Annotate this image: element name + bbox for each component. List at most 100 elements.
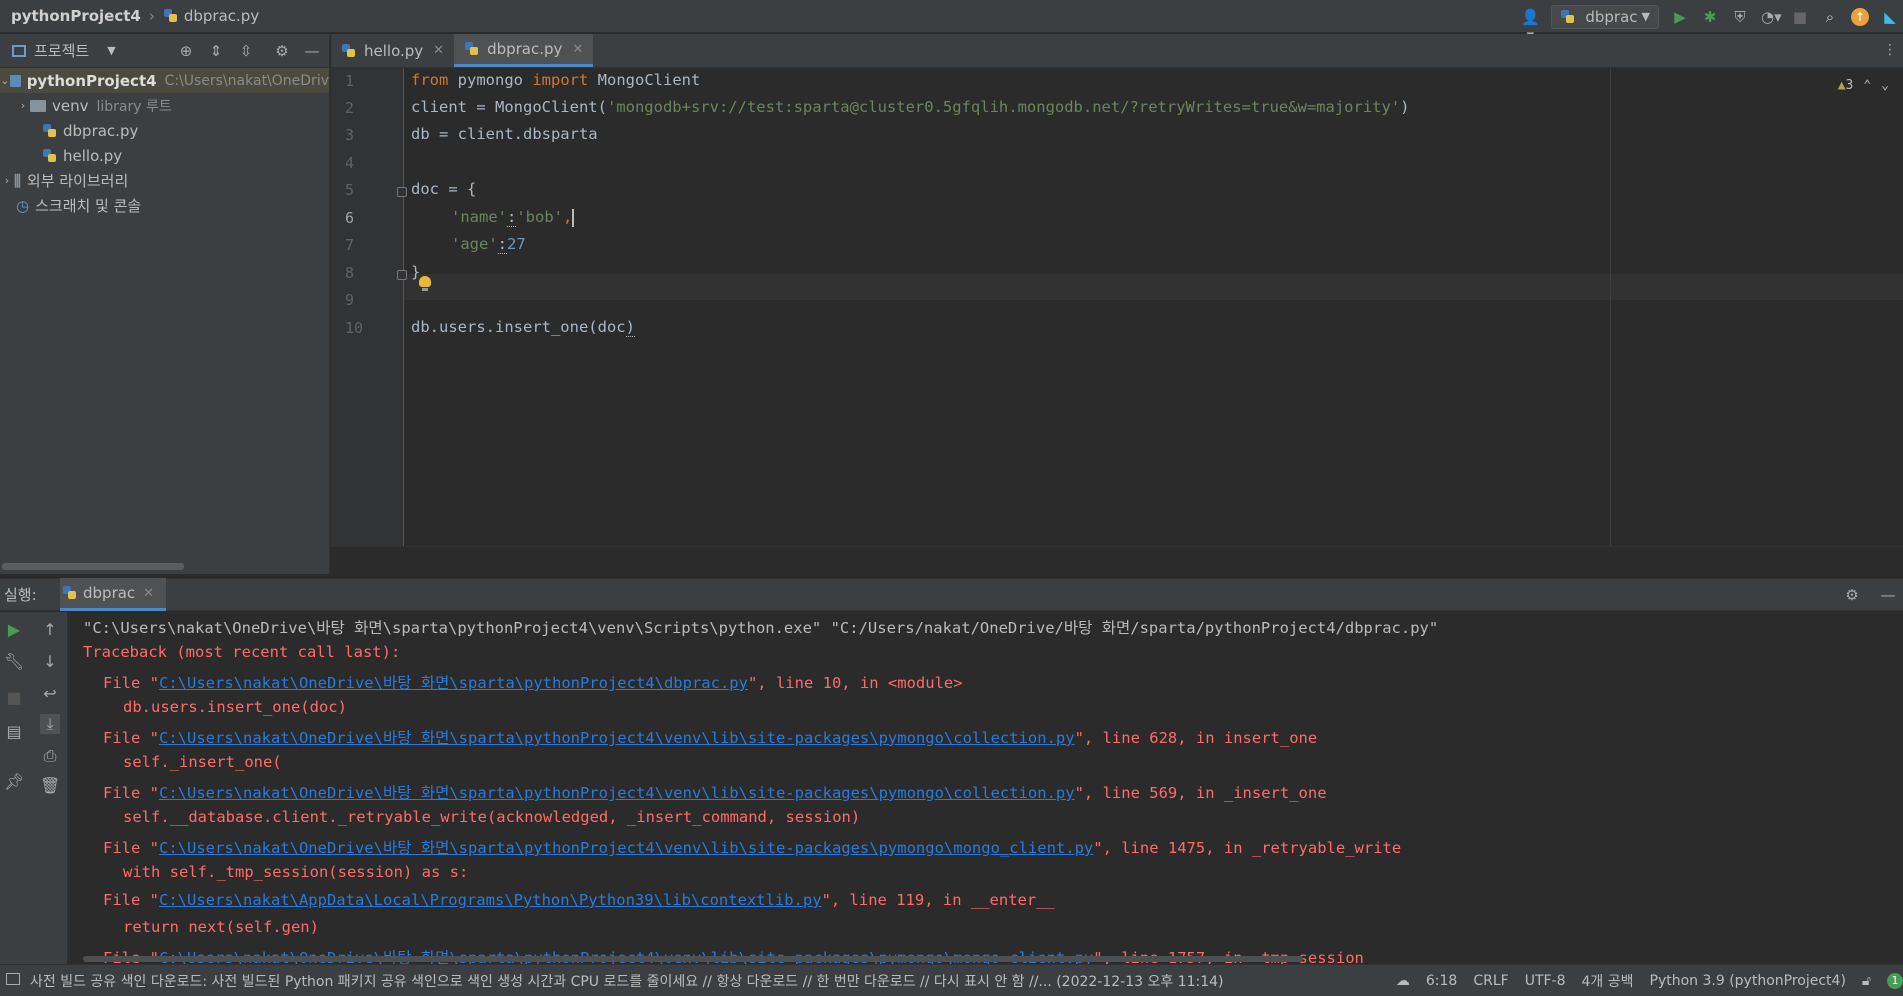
- fold-marker-icon[interactable]: [397, 187, 407, 197]
- caret-position[interactable]: 6:18: [1426, 973, 1457, 989]
- python-file-icon: [42, 148, 58, 164]
- chevron-down-icon[interactable]: ⌄: [0, 74, 10, 87]
- text-caret: [572, 208, 575, 227]
- collapse-all-icon[interactable]: ⇳: [237, 42, 255, 60]
- layout-icon[interactable]: ▤: [4, 722, 24, 742]
- interpreter[interactable]: Python 3.9 (pythonProject4): [1650, 973, 1846, 989]
- wrench-icon[interactable]: 🔧︎: [4, 652, 24, 672]
- trash-icon[interactable]: 🗑︎: [40, 776, 60, 796]
- chevron-down-icon[interactable]: ⌄: [1881, 78, 1889, 93]
- code-token: from: [411, 71, 449, 89]
- horizontal-scrollbar[interactable]: [2, 563, 184, 570]
- search-icon[interactable]: ⌕: [1821, 8, 1839, 26]
- frame-suffix: ", line 10, in <module>: [747, 674, 963, 692]
- file-prefix: File ": [103, 729, 159, 747]
- print-icon[interactable]: ⎙: [40, 746, 60, 766]
- stop-icon[interactable]: ■: [1791, 8, 1809, 26]
- code-token: 27: [507, 235, 526, 253]
- toggle-tool-windows-icon[interactable]: [6, 973, 20, 985]
- breadcrumb-project[interactable]: pythonProject4: [11, 7, 141, 25]
- line-number: 3: [345, 126, 355, 144]
- horizontal-scrollbar[interactable]: [83, 956, 1303, 962]
- python-file-icon: [464, 41, 480, 57]
- code-token: ): [625, 318, 635, 337]
- file-link[interactable]: C:\Users\nakat\OneDrive\바탕 화면\sparta\pyt…: [159, 729, 1075, 747]
- code-line-5: doc = {: [411, 180, 477, 198]
- tree-item-hello[interactable]: hello.py: [0, 143, 329, 168]
- debug-icon[interactable]: ✱: [1701, 8, 1719, 26]
- file-link[interactable]: C:\Users\nakat\OneDrive\바탕 화면\sparta\pyt…: [159, 839, 1093, 857]
- close-icon[interactable]: ✕: [433, 43, 444, 58]
- python-file-icon: [62, 585, 78, 601]
- file-link[interactable]: C:\Users\nakat\OneDrive\바탕 화면\sparta\pyt…: [159, 784, 1075, 802]
- tab-dbprac-py[interactable]: dbprac.py ✕: [454, 34, 594, 67]
- project-panel-title[interactable]: 프로젝트: [34, 40, 89, 61]
- frame-suffix: ", line 1475, in _retryable_write: [1093, 839, 1402, 857]
- line-number: 4: [345, 154, 355, 172]
- run-configuration-label: dbprac: [1585, 7, 1638, 26]
- background-tasks-icon[interactable]: ☁: [1396, 973, 1410, 989]
- hide-icon[interactable]: —: [303, 42, 321, 60]
- folder-icon: [9, 74, 21, 87]
- code-token: db.users.insert_one(doc: [411, 318, 626, 336]
- tree-item-external-libraries[interactable]: › ⫼ 외부 라이브러리: [0, 168, 329, 193]
- chevron-right-icon[interactable]: ›: [0, 174, 14, 187]
- scroll-to-end-icon[interactable]: ⤓: [40, 714, 60, 734]
- tree-item-dbprac[interactable]: dbprac.py: [0, 118, 329, 143]
- indent-setting[interactable]: 4개 공백: [1582, 971, 1634, 991]
- tab-hello-py[interactable]: hello.py ✕: [331, 34, 454, 67]
- tree-item-scratches[interactable]: ◷ 스크래치 및 콘솔: [0, 193, 329, 218]
- run-icon[interactable]: ▶: [1671, 8, 1689, 26]
- gear-icon[interactable]: ⚙: [273, 42, 291, 60]
- breadcrumb-file[interactable]: dbprac.py: [184, 7, 259, 25]
- file-prefix: File ": [103, 784, 159, 802]
- arrow-down-icon[interactable]: ↓: [40, 652, 60, 672]
- file-link[interactable]: C:\Users\nakat\AppData\Local\Programs\Py…: [159, 891, 822, 909]
- console-output[interactable]: "C:\Users\nakat\OneDrive\바탕 화면\sparta\py…: [69, 612, 1903, 964]
- inspection-widget[interactable]: ▲3 ⌃ ⌄: [1838, 78, 1889, 93]
- tree-item-project-root[interactable]: ⌄ pythonProject4 C:\Users\nakat\OneDriv: [0, 68, 329, 93]
- pin-icon[interactable]: 📌︎: [4, 772, 24, 792]
- profile-icon[interactable]: ◔▾: [1761, 8, 1782, 26]
- lock-icon[interactable]: 🔓︎: [1862, 973, 1871, 989]
- line-number: 1: [345, 72, 355, 90]
- soft-wrap-icon[interactable]: ↩: [40, 684, 60, 704]
- chevron-right-icon[interactable]: ›: [16, 99, 30, 112]
- update-icon[interactable]: ↑: [1851, 7, 1869, 26]
- rerun-icon[interactable]: ▶: [4, 620, 24, 640]
- chevron-right-icon: ›: [148, 7, 155, 25]
- traceback-code: db.users.insert_one(doc): [123, 698, 347, 716]
- fold-marker-icon[interactable]: [397, 270, 407, 280]
- status-message[interactable]: 사전 빌드 공유 색인 다운로드: 사전 빌드된 Python 패키지 공유 색…: [0, 971, 1366, 991]
- more-tabs-icon[interactable]: ⋮: [1877, 34, 1903, 67]
- vcs-user-icon[interactable]: 👤▾: [1521, 8, 1540, 44]
- code-line-8: }: [411, 263, 421, 281]
- stop-icon[interactable]: ■: [4, 688, 24, 708]
- lightbulb-icon[interactable]: [419, 276, 431, 292]
- line-separator[interactable]: CRLF: [1473, 973, 1508, 989]
- locate-icon[interactable]: ⊕: [177, 42, 195, 60]
- close-icon[interactable]: ✕: [143, 586, 154, 601]
- file-encoding[interactable]: UTF-8: [1525, 973, 1566, 989]
- notifications-badge[interactable]: 1: [1887, 972, 1903, 989]
- line-number: 2: [345, 99, 355, 117]
- python-file-icon: [341, 43, 357, 59]
- close-icon[interactable]: ✕: [572, 42, 583, 57]
- gear-icon[interactable]: ⚙: [1843, 586, 1861, 604]
- run-toolbar: ▶ ↑ 🔧︎ ↓ ↩ ■ ⤓ ▤ ⎙ 📌︎ 🗑︎: [0, 612, 68, 964]
- scratches-icon: ◷: [16, 196, 30, 215]
- chevron-down-icon[interactable]: ▼: [107, 44, 115, 57]
- hide-icon[interactable]: —: [1879, 586, 1897, 604]
- chevron-up-icon[interactable]: ⌃: [1863, 78, 1871, 93]
- jetbrains-icon[interactable]: ◣: [1881, 8, 1899, 26]
- run-tab-dbprac[interactable]: dbprac ✕: [60, 578, 167, 611]
- run-configuration-select[interactable]: dbprac ▼: [1551, 4, 1659, 29]
- code-editor[interactable]: 1 2 3 4 5 6 7 8 9 10 from pymongo import…: [331, 68, 1903, 546]
- coverage-icon[interactable]: ⛨: [1731, 8, 1749, 26]
- arrow-up-icon[interactable]: ↑: [40, 620, 60, 640]
- tree-item-venv[interactable]: › venv library 루트: [0, 93, 329, 118]
- code-token: pymongo: [448, 71, 533, 89]
- expand-all-icon[interactable]: ⇕: [207, 42, 225, 60]
- file-link[interactable]: C:\Users\nakat\OneDrive\바탕 화면\sparta\pyt…: [159, 674, 748, 692]
- right-margin-guide: [1610, 68, 1611, 546]
